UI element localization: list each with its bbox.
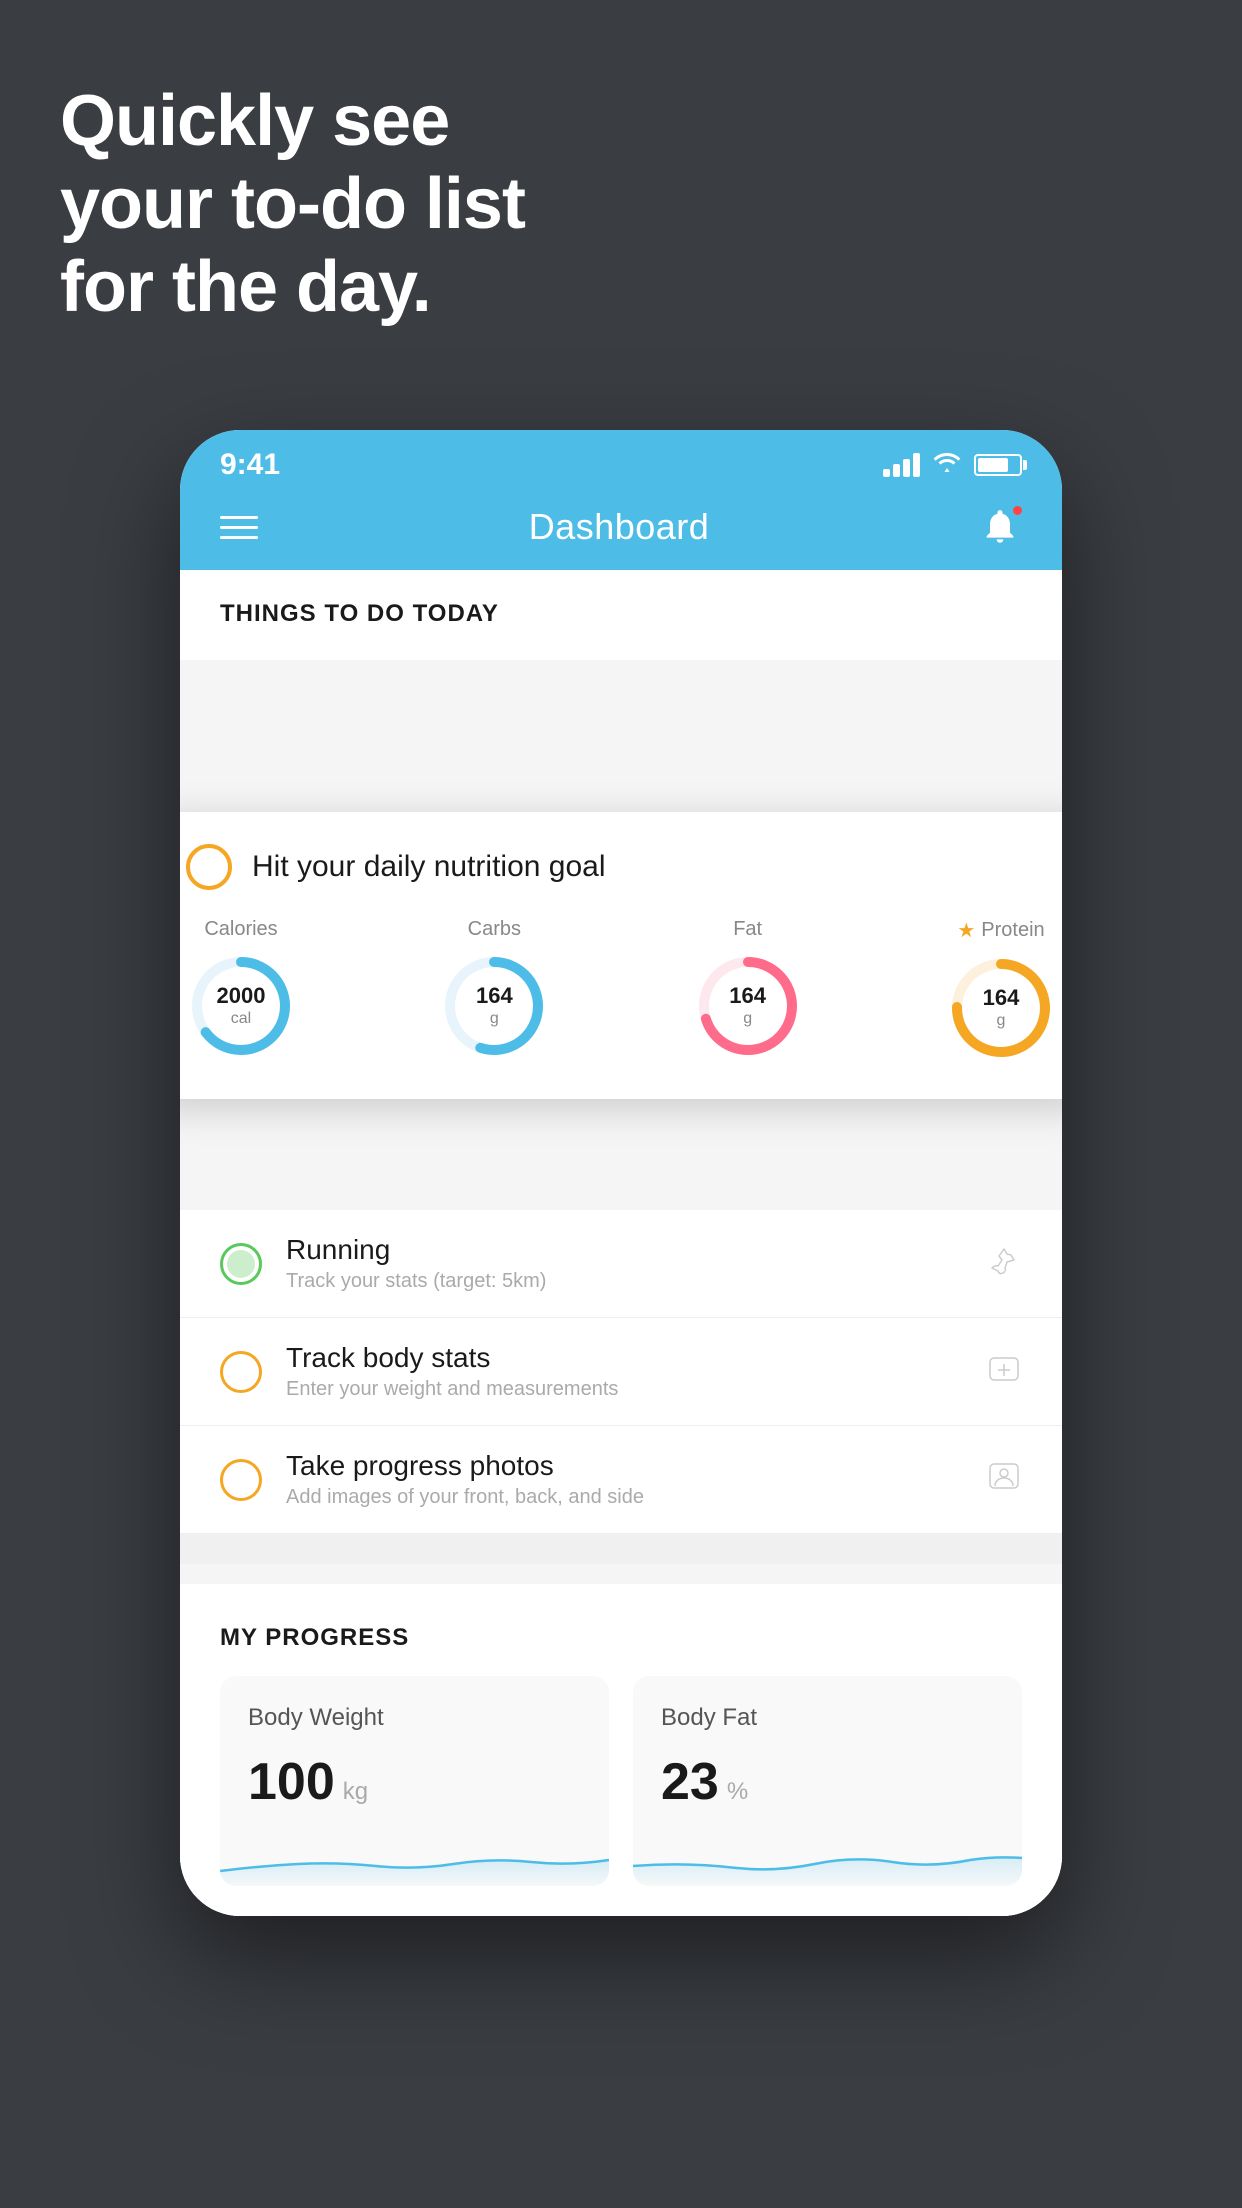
fat-label: Fat	[733, 918, 762, 941]
todo-list: Running Track your stats (target: 5km) T…	[180, 1210, 1062, 1534]
goal-circle	[186, 844, 232, 890]
hero-line1: Quickly see	[60, 80, 525, 163]
photos-title: Take progress photos	[286, 1450, 962, 1482]
nutrition-item-fat: Fat 164 g	[693, 918, 803, 1061]
wifi-icon	[932, 450, 962, 481]
body-weight-value: 100	[248, 1752, 335, 1812]
hero-line3: for the day.	[60, 246, 525, 329]
fat-donut: 164 g	[693, 951, 803, 1061]
running-title: Running	[286, 1234, 962, 1266]
things-header: THINGS TO DO TODAY	[180, 570, 1062, 660]
menu-button[interactable]	[220, 516, 258, 539]
notification-dot	[1011, 504, 1024, 517]
body-fat-unit: %	[727, 1778, 748, 1806]
status-icons	[883, 450, 1022, 481]
phone-content: THINGS TO DO TODAY Hit your daily nutrit…	[180, 570, 1062, 1916]
battery-icon	[974, 454, 1022, 476]
body-fat-value: 23	[661, 1752, 719, 1812]
floating-card-wrapper: Hit your daily nutrition goal Calories	[180, 660, 1062, 950]
running-subtitle: Track your stats (target: 5km)	[286, 1270, 962, 1293]
star-icon: ★	[957, 918, 975, 943]
nutrition-circles: Calories 2000 cal	[186, 918, 1056, 1063]
calories-donut: 2000 cal	[186, 951, 296, 1061]
phone-mockup: 9:41 Da	[180, 430, 1062, 1916]
carbs-unit: g	[476, 1010, 513, 1029]
running-circle	[220, 1243, 262, 1285]
body-weight-title: Body Weight	[248, 1704, 581, 1732]
nutrition-goal-row: Hit your daily nutrition goal	[186, 844, 1056, 890]
photos-circle	[220, 1459, 262, 1501]
status-time: 9:41	[220, 448, 280, 482]
carbs-label: Carbs	[468, 918, 521, 941]
calories-label: Calories	[204, 918, 277, 941]
person-icon	[986, 1460, 1022, 1500]
hero-line2: your to-do list	[60, 163, 525, 246]
progress-section: MY PROGRESS Body Weight 100 kg	[180, 1584, 1062, 1916]
body-weight-unit: kg	[343, 1778, 368, 1806]
nutrition-card: Hit your daily nutrition goal Calories	[180, 812, 1062, 1099]
fat-value: 164	[729, 983, 766, 1009]
body-weight-card: Body Weight 100 kg	[220, 1676, 609, 1886]
nutrition-item-calories: Calories 2000 cal	[186, 918, 296, 1061]
todo-item-photos[interactable]: Take progress photos Add images of your …	[180, 1426, 1062, 1534]
signal-icon	[883, 453, 920, 477]
protein-donut: 164 g	[946, 953, 1056, 1063]
protein-label: ★ Protein	[957, 918, 1044, 943]
status-bar: 9:41	[180, 430, 1062, 490]
header-title: Dashboard	[529, 506, 710, 548]
carbs-donut: 164 g	[439, 951, 549, 1061]
body-fat-chart	[633, 1836, 1022, 1886]
body-stats-subtitle: Enter your weight and measurements	[286, 1378, 962, 1401]
body-fat-title: Body Fat	[661, 1704, 994, 1732]
photos-subtitle: Add images of your front, back, and side	[286, 1486, 962, 1509]
things-section-title: THINGS TO DO TODAY	[220, 600, 1022, 644]
protein-value: 164	[983, 985, 1020, 1011]
body-fat-card: Body Fat 23 %	[633, 1676, 1022, 1886]
app-header: Dashboard	[180, 490, 1062, 570]
todo-item-running[interactable]: Running Track your stats (target: 5km)	[180, 1210, 1062, 1318]
spacer	[180, 1534, 1062, 1564]
todo-item-body-stats[interactable]: Track body stats Enter your weight and m…	[180, 1318, 1062, 1426]
body-stats-circle	[220, 1351, 262, 1393]
body-weight-chart	[220, 1836, 609, 1886]
nutrition-goal-text: Hit your daily nutrition goal	[252, 850, 606, 884]
calories-unit: cal	[217, 1010, 266, 1029]
progress-cards: Body Weight 100 kg	[220, 1676, 1022, 1886]
nutrition-item-carbs: Carbs 164 g	[439, 918, 549, 1061]
fat-unit: g	[729, 1010, 766, 1029]
protein-unit: g	[983, 1012, 1020, 1031]
scale-icon	[986, 1352, 1022, 1392]
nutrition-item-protein: ★ Protein 164 g	[946, 918, 1056, 1063]
body-stats-title: Track body stats	[286, 1342, 962, 1374]
running-icon	[986, 1244, 1022, 1284]
progress-section-title: MY PROGRESS	[220, 1624, 1022, 1652]
hero-text: Quickly see your to-do list for the day.	[60, 80, 525, 328]
notification-bell[interactable]	[980, 506, 1022, 548]
calories-value: 2000	[217, 983, 266, 1009]
carbs-value: 164	[476, 983, 513, 1009]
